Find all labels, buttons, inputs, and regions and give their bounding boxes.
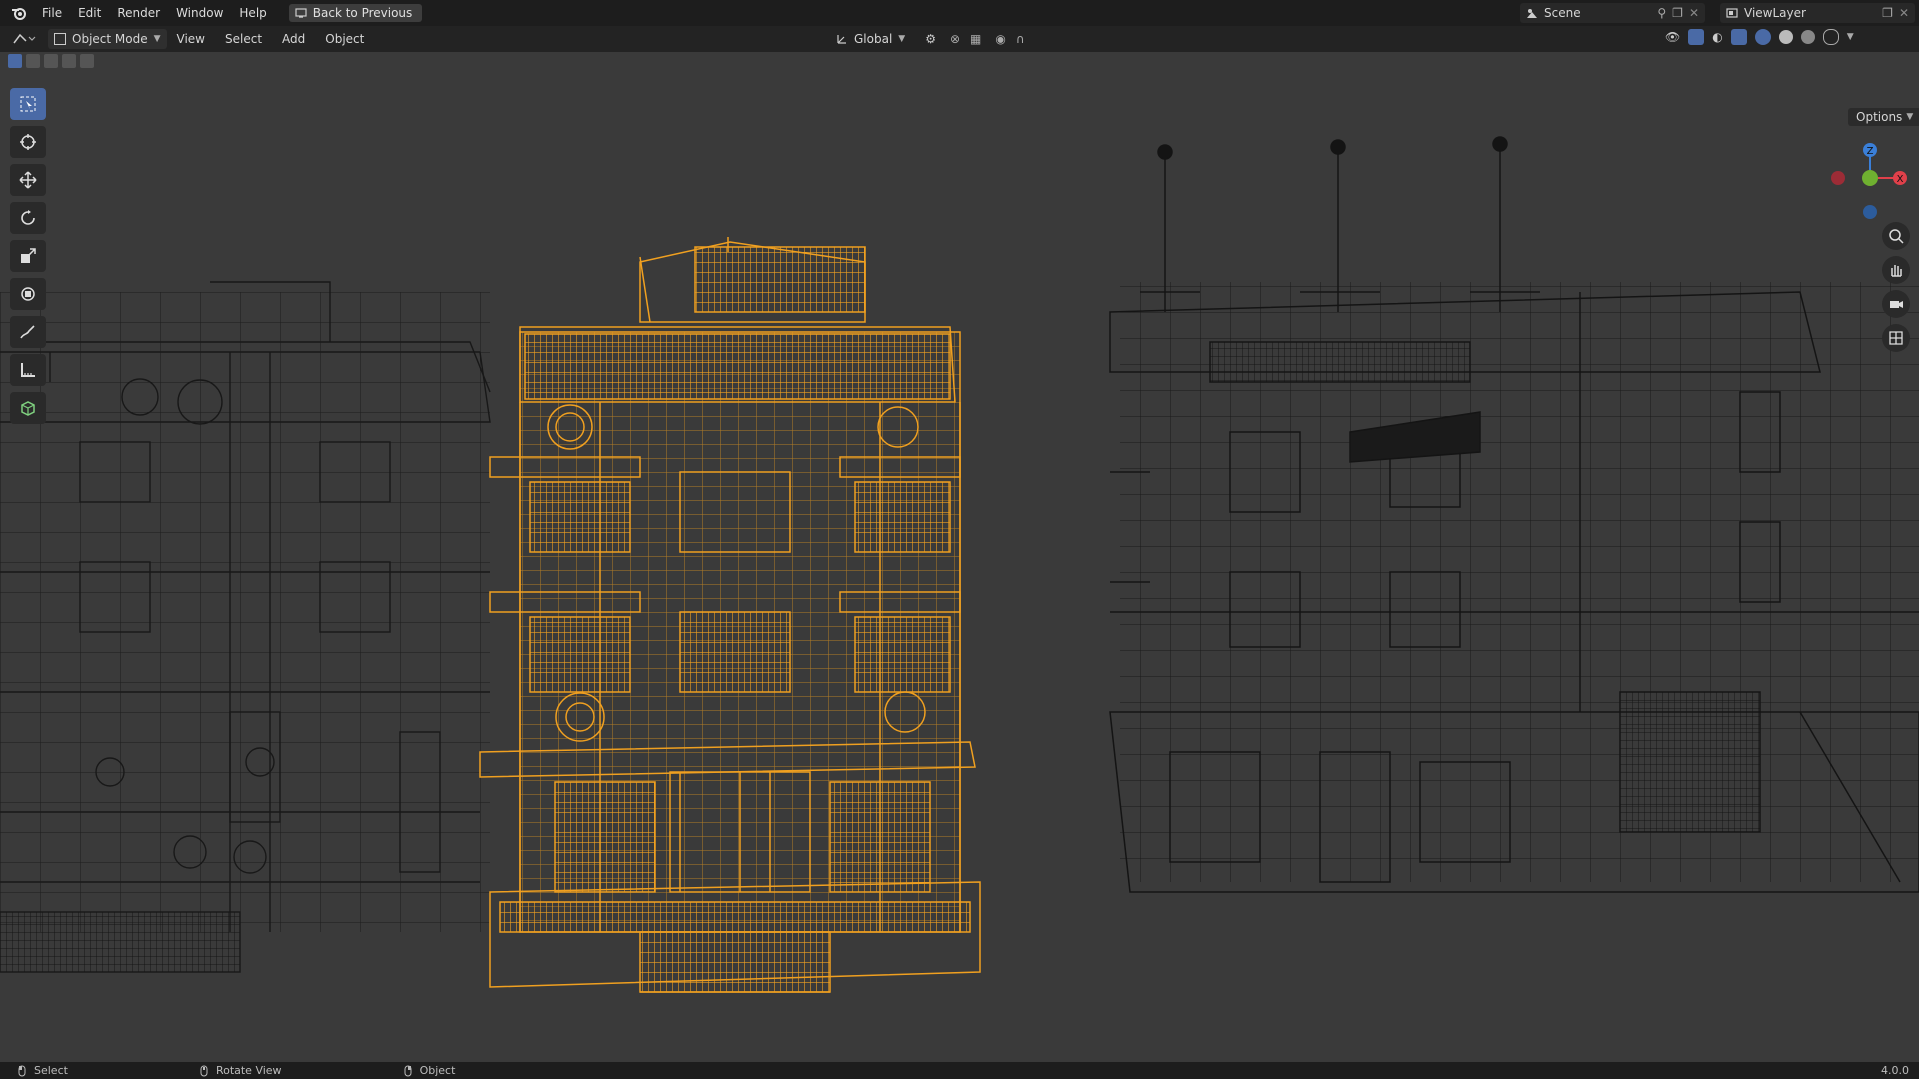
status-select: Select (16, 1064, 68, 1077)
status-object-label: Object (419, 1064, 456, 1077)
snap-increment-icon[interactable]: ▦ (970, 32, 981, 46)
orientation-label: Global (854, 32, 893, 46)
navigation-gizmo[interactable]: Z X (1820, 138, 1910, 228)
rotate-icon[interactable] (10, 202, 46, 234)
falloff-icon[interactable]: ∩ (1016, 32, 1025, 46)
transform-orientation[interactable]: Global ▼ ⚙ ⊗ ▦ ◉ ∩ (836, 29, 1025, 49)
menu-window[interactable]: Window (168, 6, 231, 20)
mouse-left-icon (18, 1065, 26, 1076)
x-axis-label: X (1897, 174, 1904, 185)
snap-icon[interactable]: ⊗ (950, 32, 960, 46)
wireframe-scene[interactable] (0, 52, 1919, 1062)
material-shading-icon[interactable] (1800, 30, 1815, 44)
options-dropdown[interactable]: Options ▼ (1848, 108, 1919, 126)
status-object: Object (402, 1064, 456, 1077)
close-view-layer-icon[interactable]: ✕ (1899, 6, 1909, 20)
add-cube-icon[interactable] (10, 392, 46, 424)
menu-object[interactable]: Object (315, 32, 374, 46)
gizmo-toggle-icon[interactable] (1688, 29, 1705, 45)
chevron-down-icon: ▼ (898, 34, 906, 44)
3d-viewport[interactable]: Options ▼ Z X (0, 52, 1919, 1062)
status-rotate-label: Rotate View (215, 1064, 282, 1077)
selected-building-wireframe[interactable] (479, 237, 981, 993)
pin-icon[interactable]: ⚲ (1657, 6, 1666, 20)
blender-logo-icon[interactable] (10, 4, 28, 22)
cursor-icon[interactable] (10, 126, 46, 158)
screen-icon (295, 8, 307, 18)
select-box-icon[interactable] (10, 88, 46, 120)
camera-icon[interactable] (1882, 290, 1910, 318)
back-button-label: Back to Previous (312, 6, 413, 20)
back-to-previous-button[interactable]: Back to Previous (288, 4, 423, 22)
menu-edit[interactable]: Edit (70, 6, 109, 20)
status-rotate-view: Rotate View (198, 1064, 282, 1077)
chevron-down-icon: ▼ (1906, 112, 1914, 122)
view-layer-selector[interactable]: ViewLayer ❐ ✕ (1720, 3, 1915, 23)
neg-x-axis-handle[interactable] (1831, 171, 1845, 185)
version-label: 4.0.0 (1881, 1064, 1909, 1077)
tool-shelf (8, 88, 48, 424)
zoom-icon[interactable] (1882, 222, 1910, 250)
chevron-down-icon: ▼ (153, 34, 161, 44)
chevron-down-icon[interactable]: ▼ (1847, 32, 1854, 42)
menu-help[interactable]: Help (231, 6, 274, 20)
view-layer-name[interactable]: ViewLayer (1744, 6, 1882, 20)
new-scene-icon[interactable]: ❐ (1672, 6, 1683, 20)
viewport-header: Object Mode ▼ View Select Add Object Glo… (0, 26, 1919, 52)
mouse-right-icon (404, 1065, 412, 1076)
menu-add[interactable]: Add (272, 32, 315, 46)
scene-icon (1527, 9, 1537, 18)
new-view-layer-icon[interactable]: ❐ (1882, 6, 1893, 20)
close-scene-icon[interactable]: ✕ (1689, 6, 1699, 20)
pan-hand-icon[interactable] (1882, 256, 1910, 284)
menu-file[interactable]: File (34, 6, 70, 20)
mode-label: Object Mode (72, 32, 148, 46)
grid-view-icon[interactable] (1882, 324, 1910, 352)
move-icon[interactable] (10, 164, 46, 196)
mode-dropdown[interactable]: Object Mode ▼ (48, 29, 167, 49)
object-mode-icon (54, 33, 66, 45)
mouse-middle-icon (200, 1065, 208, 1076)
left-building-wireframe[interactable] (0, 281, 491, 973)
transform-icon[interactable] (10, 278, 46, 310)
editor-type-icon[interactable] (12, 31, 36, 47)
view-layer-icon (1726, 8, 1738, 18)
orientation-axes-icon (837, 35, 846, 44)
status-bar: Select Rotate View Object 4.0.0 (0, 1062, 1919, 1079)
scale-icon[interactable] (10, 240, 46, 272)
visibility-icon[interactable]: 👁 (1665, 30, 1680, 44)
measure-icon[interactable] (10, 354, 46, 386)
right-building-wireframe[interactable] (1109, 136, 1919, 893)
neg-z-axis-handle[interactable] (1863, 205, 1877, 219)
navigation-tools (1880, 222, 1912, 352)
solid-shading-icon[interactable] (1778, 30, 1793, 44)
options-label: Options (1856, 110, 1903, 124)
menu-select[interactable]: Select (215, 32, 272, 46)
proportional-edit-icon[interactable]: ◉ (995, 32, 1005, 46)
menu-view[interactable]: View (167, 32, 215, 46)
rendered-shading-icon[interactable] (1822, 29, 1839, 45)
xray-toggle-icon[interactable] (1730, 29, 1747, 45)
y-axis-handle[interactable] (1862, 170, 1878, 186)
top-menu-bar: File Edit Render Window Help Back to Pre… (0, 0, 1919, 26)
menu-render[interactable]: Render (109, 6, 168, 20)
overlay-toggle-icon[interactable]: ◐ (1712, 30, 1722, 44)
pivot-icon[interactable]: ⚙ (925, 32, 936, 46)
z-axis-label: Z (1867, 146, 1874, 157)
annotate-icon[interactable] (10, 316, 46, 348)
status-select-label: Select (34, 1064, 68, 1077)
wireframe-shading-icon[interactable] (1754, 29, 1771, 45)
scene-name[interactable]: Scene (1544, 6, 1657, 20)
scene-selector[interactable]: Scene ⚲ ❐ ✕ (1520, 3, 1705, 23)
